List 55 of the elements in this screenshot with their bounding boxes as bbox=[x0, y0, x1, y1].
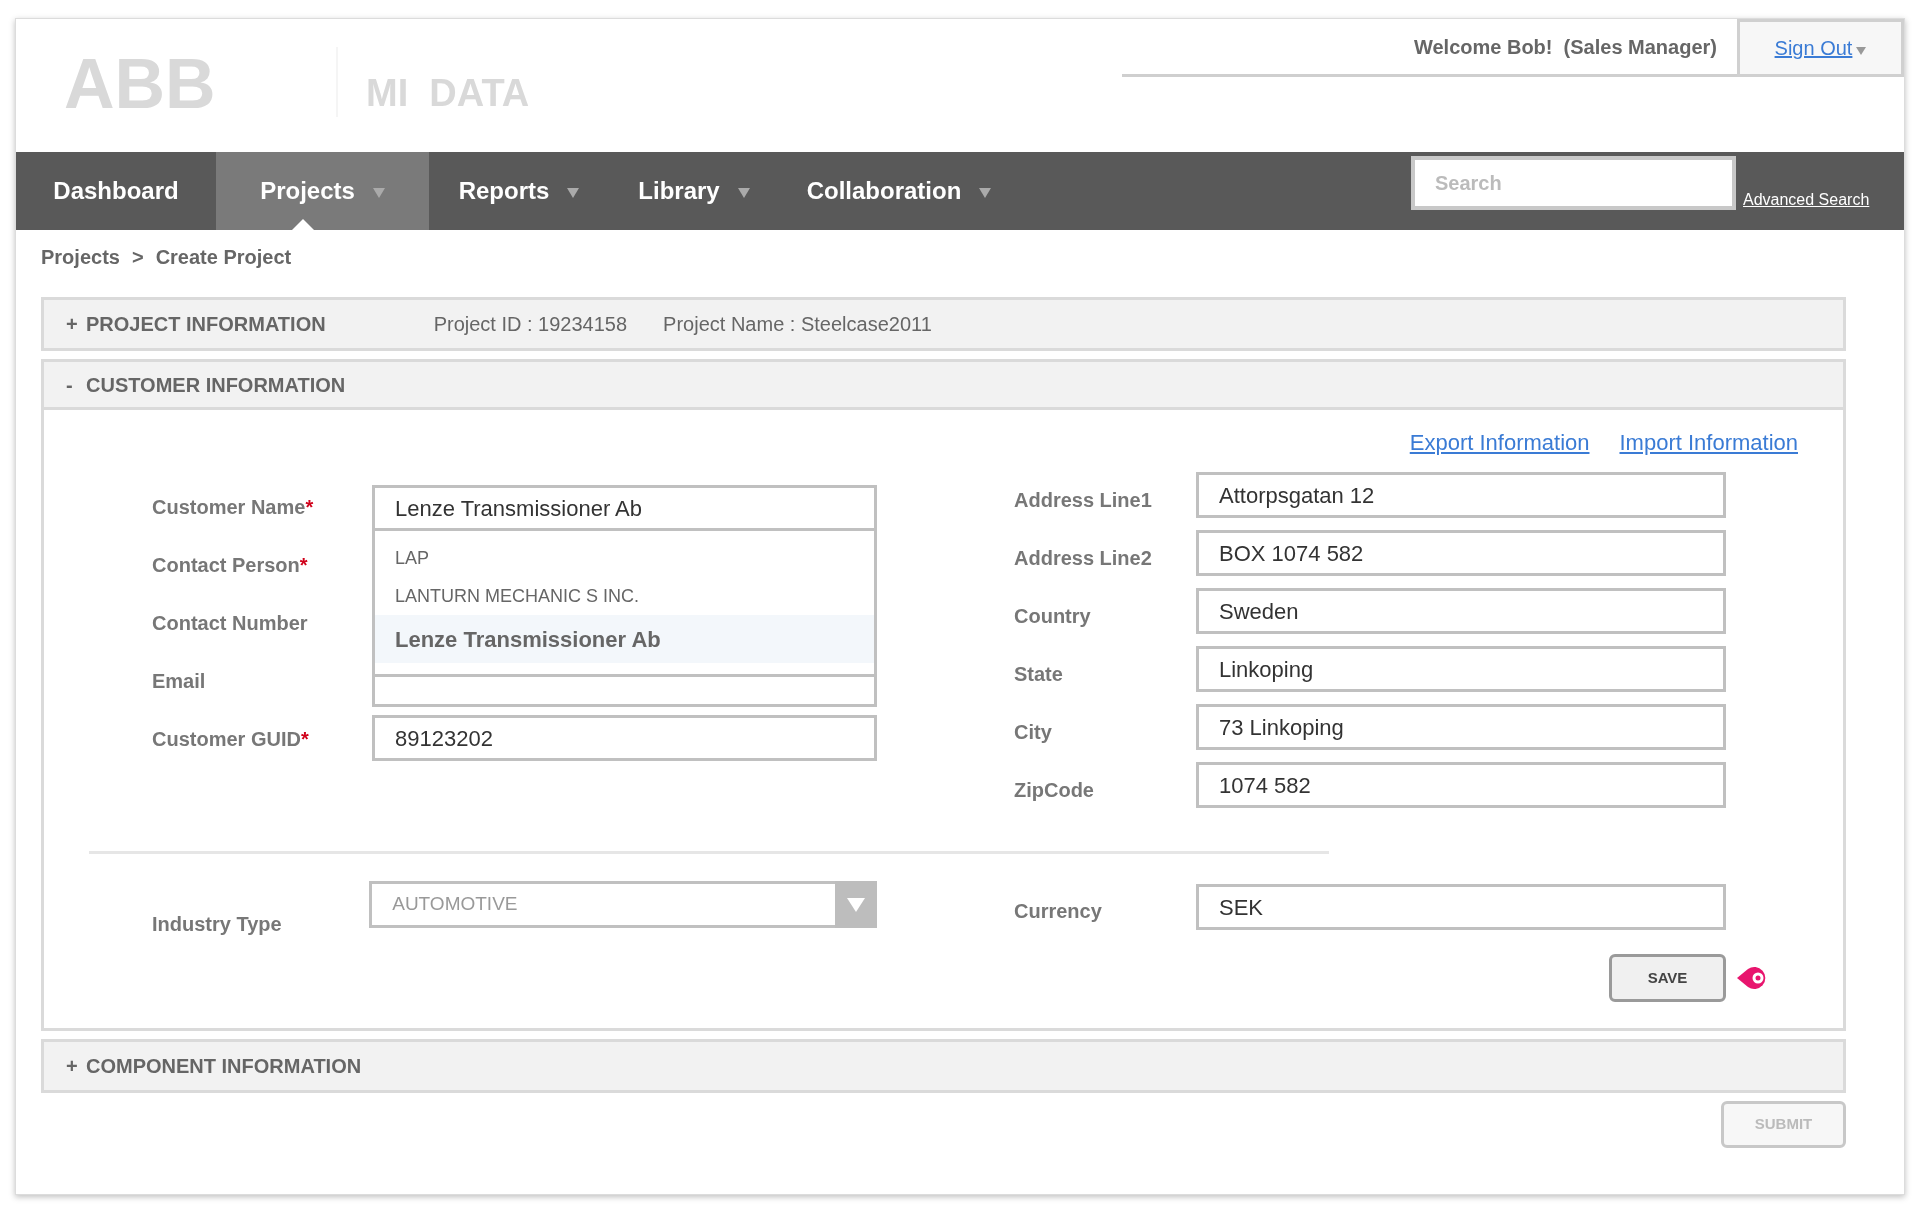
field-label: State bbox=[1014, 662, 1064, 687]
section-header[interactable]: + COMPONENT INFORMATION bbox=[44, 1042, 1843, 1090]
input-field[interactable]: SEK bbox=[1196, 884, 1726, 930]
input-field[interactable]: Sweden bbox=[1196, 588, 1726, 634]
input-field[interactable]: BOX 1074 582 bbox=[1196, 530, 1726, 576]
nav-tab[interactable]: Projects bbox=[216, 152, 429, 230]
caret-icon bbox=[1856, 47, 1867, 55]
section-header[interactable]: + PROJECT INFORMATION Project ID : 19234158 Project Name : Steelcase2011 bbox=[44, 300, 1843, 348]
welcome-text: Welcome Bob! (Sales Manager) bbox=[1413, 34, 1717, 60]
suggestion-item[interactable]: Lenze Transmissioner Ab bbox=[375, 615, 874, 663]
section-title: COMPONENT INFORMATION bbox=[86, 1054, 362, 1079]
save-button[interactable]: SAVE bbox=[1609, 954, 1726, 1002]
link[interactable]: Import Information bbox=[1619, 425, 1798, 459]
dropdown-arrow-icon bbox=[847, 897, 865, 912]
toggle-sign: + bbox=[66, 1054, 79, 1079]
field-label: Contact Number bbox=[152, 611, 308, 636]
field-label: Address Line1 bbox=[1014, 488, 1153, 513]
input-field[interactable] bbox=[372, 677, 877, 707]
project-detail: Project Name : Steelcase2011 bbox=[663, 312, 932, 337]
input-field[interactable]: 1074 582 bbox=[1196, 762, 1726, 808]
toggle-sign: + bbox=[66, 312, 79, 337]
input-field[interactable]: Linkoping bbox=[1196, 646, 1726, 692]
breadcrumb-link[interactable]: Projects bbox=[41, 242, 120, 272]
suggestion-item[interactable]: LANTURN MECHANIC S INC. bbox=[375, 577, 874, 615]
section-header[interactable]: - CUSTOMER INFORMATION bbox=[44, 362, 1843, 410]
pointer-notch-icon bbox=[292, 219, 314, 230]
field-label: Industry Type bbox=[152, 912, 283, 937]
field-label: Customer GUID* bbox=[152, 727, 309, 752]
field-label: Currency bbox=[1014, 899, 1103, 924]
nav-tab[interactable]: Library bbox=[609, 152, 779, 230]
input-field[interactable]: Lenze Transmissioner Ab bbox=[372, 485, 877, 531]
breadcrumb-separator: > bbox=[131, 245, 144, 270]
field-label: ZipCode bbox=[1014, 778, 1095, 803]
field-label: Customer Name* bbox=[152, 495, 314, 520]
nav-tab[interactable]: Reports bbox=[429, 152, 609, 230]
breadcrumb-link[interactable]: Create Project bbox=[155, 242, 292, 272]
project-detail: Project ID : 19234158 bbox=[433, 312, 628, 337]
sign-out-link[interactable]: Sign Out bbox=[1737, 19, 1904, 77]
link[interactable]: Export Information bbox=[1409, 425, 1590, 459]
nav-tab[interactable]: Collaboration bbox=[779, 152, 1019, 230]
suggestion-item[interactable]: LAP bbox=[375, 539, 874, 577]
search-field[interactable]: Search bbox=[1411, 156, 1736, 210]
input-field[interactable]: Attorpsgatan 12 bbox=[1196, 472, 1726, 518]
section-title: PROJECT INFORMATION bbox=[86, 312, 326, 337]
field-label: Contact Person* bbox=[152, 553, 308, 578]
toggle-sign: - bbox=[66, 372, 74, 398]
field-label: Address Line2 bbox=[1014, 546, 1153, 571]
section-title: CUSTOMER INFORMATION bbox=[86, 372, 346, 398]
nav-tab[interactable]: Dashboard bbox=[16, 152, 216, 230]
field-label: Country bbox=[1014, 604, 1092, 629]
input-field[interactable]: 73 Linkoping bbox=[1196, 704, 1726, 750]
field-label: City bbox=[1014, 720, 1053, 745]
field-label: Email bbox=[152, 669, 206, 694]
advanced-search-link[interactable]: Advanced Search bbox=[1743, 188, 1870, 212]
input-field[interactable]: 89123202 bbox=[372, 715, 877, 761]
